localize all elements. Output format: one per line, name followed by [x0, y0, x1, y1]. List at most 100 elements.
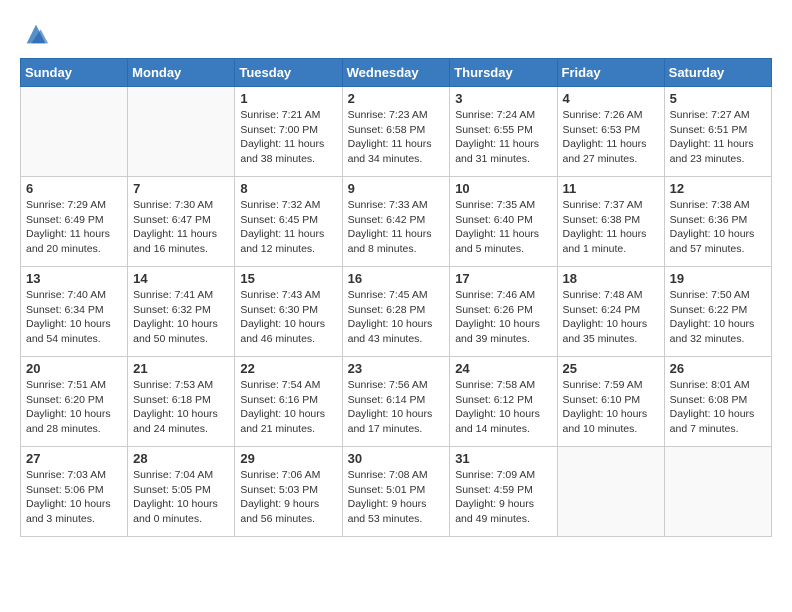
daylight: Daylight: 9 hours and 53 minutes. [348, 498, 427, 525]
day-number: 8 [240, 181, 336, 196]
sunset: Sunset: 6:20 PM [26, 394, 104, 406]
day-number: 26 [670, 361, 766, 376]
day-info: Sunrise: 7:46 AM Sunset: 6:26 PM Dayligh… [455, 288, 551, 347]
day-number: 17 [455, 271, 551, 286]
calendar-cell: 14 Sunrise: 7:41 AM Sunset: 6:32 PM Dayl… [128, 267, 235, 357]
day-info: Sunrise: 7:33 AM Sunset: 6:42 PM Dayligh… [348, 198, 445, 257]
day-info: Sunrise: 7:09 AM Sunset: 4:59 PM Dayligh… [455, 468, 551, 527]
day-info: Sunrise: 7:23 AM Sunset: 6:58 PM Dayligh… [348, 108, 445, 167]
day-info: Sunrise: 8:01 AM Sunset: 6:08 PM Dayligh… [670, 378, 766, 437]
sunrise: Sunrise: 7:43 AM [240, 289, 320, 301]
sunset: Sunset: 5:06 PM [26, 484, 104, 496]
sunrise: Sunrise: 7:06 AM [240, 469, 320, 481]
page-header [20, 20, 772, 48]
weekday-header-saturday: Saturday [664, 59, 771, 87]
daylight: Daylight: 10 hours and 0 minutes. [133, 498, 218, 525]
day-info: Sunrise: 7:27 AM Sunset: 6:51 PM Dayligh… [670, 108, 766, 167]
sunrise: Sunrise: 8:01 AM [670, 379, 750, 391]
day-info: Sunrise: 7:04 AM Sunset: 5:05 PM Dayligh… [133, 468, 229, 527]
day-number: 12 [670, 181, 766, 196]
day-number: 5 [670, 91, 766, 106]
sunrise: Sunrise: 7:46 AM [455, 289, 535, 301]
sunrise: Sunrise: 7:35 AM [455, 199, 535, 211]
sunset: Sunset: 5:05 PM [133, 484, 211, 496]
sunrise: Sunrise: 7:23 AM [348, 109, 428, 121]
calendar-cell: 3 Sunrise: 7:24 AM Sunset: 6:55 PM Dayli… [450, 87, 557, 177]
day-number: 30 [348, 451, 445, 466]
sunset: Sunset: 6:28 PM [348, 304, 426, 316]
day-info: Sunrise: 7:21 AM Sunset: 7:00 PM Dayligh… [240, 108, 336, 167]
calendar-week-2: 6 Sunrise: 7:29 AM Sunset: 6:49 PM Dayli… [21, 177, 772, 267]
daylight: Daylight: 10 hours and 21 minutes. [240, 408, 325, 435]
daylight: Daylight: 10 hours and 28 minutes. [26, 408, 111, 435]
calendar-cell [21, 87, 128, 177]
weekday-header-monday: Monday [128, 59, 235, 87]
day-number: 21 [133, 361, 229, 376]
calendar-cell: 17 Sunrise: 7:46 AM Sunset: 6:26 PM Dayl… [450, 267, 557, 357]
sunset: Sunset: 6:55 PM [455, 124, 533, 136]
daylight: Daylight: 10 hours and 17 minutes. [348, 408, 433, 435]
calendar-cell: 10 Sunrise: 7:35 AM Sunset: 6:40 PM Dayl… [450, 177, 557, 267]
calendar-week-4: 20 Sunrise: 7:51 AM Sunset: 6:20 PM Dayl… [21, 357, 772, 447]
day-info: Sunrise: 7:06 AM Sunset: 5:03 PM Dayligh… [240, 468, 336, 527]
day-number: 19 [670, 271, 766, 286]
day-number: 29 [240, 451, 336, 466]
sunrise: Sunrise: 7:21 AM [240, 109, 320, 121]
weekday-header-tuesday: Tuesday [235, 59, 342, 87]
day-info: Sunrise: 7:37 AM Sunset: 6:38 PM Dayligh… [563, 198, 659, 257]
day-info: Sunrise: 7:45 AM Sunset: 6:28 PM Dayligh… [348, 288, 445, 347]
day-number: 1 [240, 91, 336, 106]
calendar-cell: 4 Sunrise: 7:26 AM Sunset: 6:53 PM Dayli… [557, 87, 664, 177]
calendar-cell: 20 Sunrise: 7:51 AM Sunset: 6:20 PM Dayl… [21, 357, 128, 447]
day-number: 20 [26, 361, 122, 376]
calendar-cell: 12 Sunrise: 7:38 AM Sunset: 6:36 PM Dayl… [664, 177, 771, 267]
sunset: Sunset: 6:45 PM [240, 214, 318, 226]
day-number: 3 [455, 91, 551, 106]
daylight: Daylight: 10 hours and 57 minutes. [670, 228, 755, 255]
daylight: Daylight: 10 hours and 39 minutes. [455, 318, 540, 345]
daylight: Daylight: 10 hours and 14 minutes. [455, 408, 540, 435]
sunrise: Sunrise: 7:26 AM [563, 109, 643, 121]
day-number: 16 [348, 271, 445, 286]
sunset: Sunset: 6:47 PM [133, 214, 211, 226]
sunrise: Sunrise: 7:08 AM [348, 469, 428, 481]
calendar-cell: 9 Sunrise: 7:33 AM Sunset: 6:42 PM Dayli… [342, 177, 450, 267]
daylight: Daylight: 11 hours and 16 minutes. [133, 228, 217, 255]
sunset: Sunset: 6:08 PM [670, 394, 748, 406]
daylight: Daylight: 11 hours and 8 minutes. [348, 228, 432, 255]
sunset: Sunset: 6:10 PM [563, 394, 641, 406]
daylight: Daylight: 11 hours and 27 minutes. [563, 138, 647, 165]
logo-icon [22, 20, 50, 48]
day-info: Sunrise: 7:54 AM Sunset: 6:16 PM Dayligh… [240, 378, 336, 437]
sunrise: Sunrise: 7:59 AM [563, 379, 643, 391]
daylight: Daylight: 11 hours and 38 minutes. [240, 138, 324, 165]
day-info: Sunrise: 7:50 AM Sunset: 6:22 PM Dayligh… [670, 288, 766, 347]
sunrise: Sunrise: 7:58 AM [455, 379, 535, 391]
sunrise: Sunrise: 7:48 AM [563, 289, 643, 301]
calendar-week-3: 13 Sunrise: 7:40 AM Sunset: 6:34 PM Dayl… [21, 267, 772, 357]
sunset: Sunset: 6:42 PM [348, 214, 426, 226]
sunrise: Sunrise: 7:54 AM [240, 379, 320, 391]
day-number: 13 [26, 271, 122, 286]
sunset: Sunset: 6:16 PM [240, 394, 318, 406]
sunrise: Sunrise: 7:37 AM [563, 199, 643, 211]
day-info: Sunrise: 7:24 AM Sunset: 6:55 PM Dayligh… [455, 108, 551, 167]
sunrise: Sunrise: 7:41 AM [133, 289, 213, 301]
day-number: 7 [133, 181, 229, 196]
sunset: Sunset: 6:51 PM [670, 124, 748, 136]
sunrise: Sunrise: 7:45 AM [348, 289, 428, 301]
day-info: Sunrise: 7:59 AM Sunset: 6:10 PM Dayligh… [563, 378, 659, 437]
sunset: Sunset: 6:18 PM [133, 394, 211, 406]
sunrise: Sunrise: 7:29 AM [26, 199, 106, 211]
calendar-cell: 8 Sunrise: 7:32 AM Sunset: 6:45 PM Dayli… [235, 177, 342, 267]
day-info: Sunrise: 7:29 AM Sunset: 6:49 PM Dayligh… [26, 198, 122, 257]
sunset: Sunset: 7:00 PM [240, 124, 318, 136]
day-number: 28 [133, 451, 229, 466]
daylight: Daylight: 10 hours and 35 minutes. [563, 318, 648, 345]
sunrise: Sunrise: 7:50 AM [670, 289, 750, 301]
calendar-cell [128, 87, 235, 177]
daylight: Daylight: 10 hours and 43 minutes. [348, 318, 433, 345]
calendar-cell: 21 Sunrise: 7:53 AM Sunset: 6:18 PM Dayl… [128, 357, 235, 447]
weekday-header-row: SundayMondayTuesdayWednesdayThursdayFrid… [21, 59, 772, 87]
sunrise: Sunrise: 7:09 AM [455, 469, 535, 481]
